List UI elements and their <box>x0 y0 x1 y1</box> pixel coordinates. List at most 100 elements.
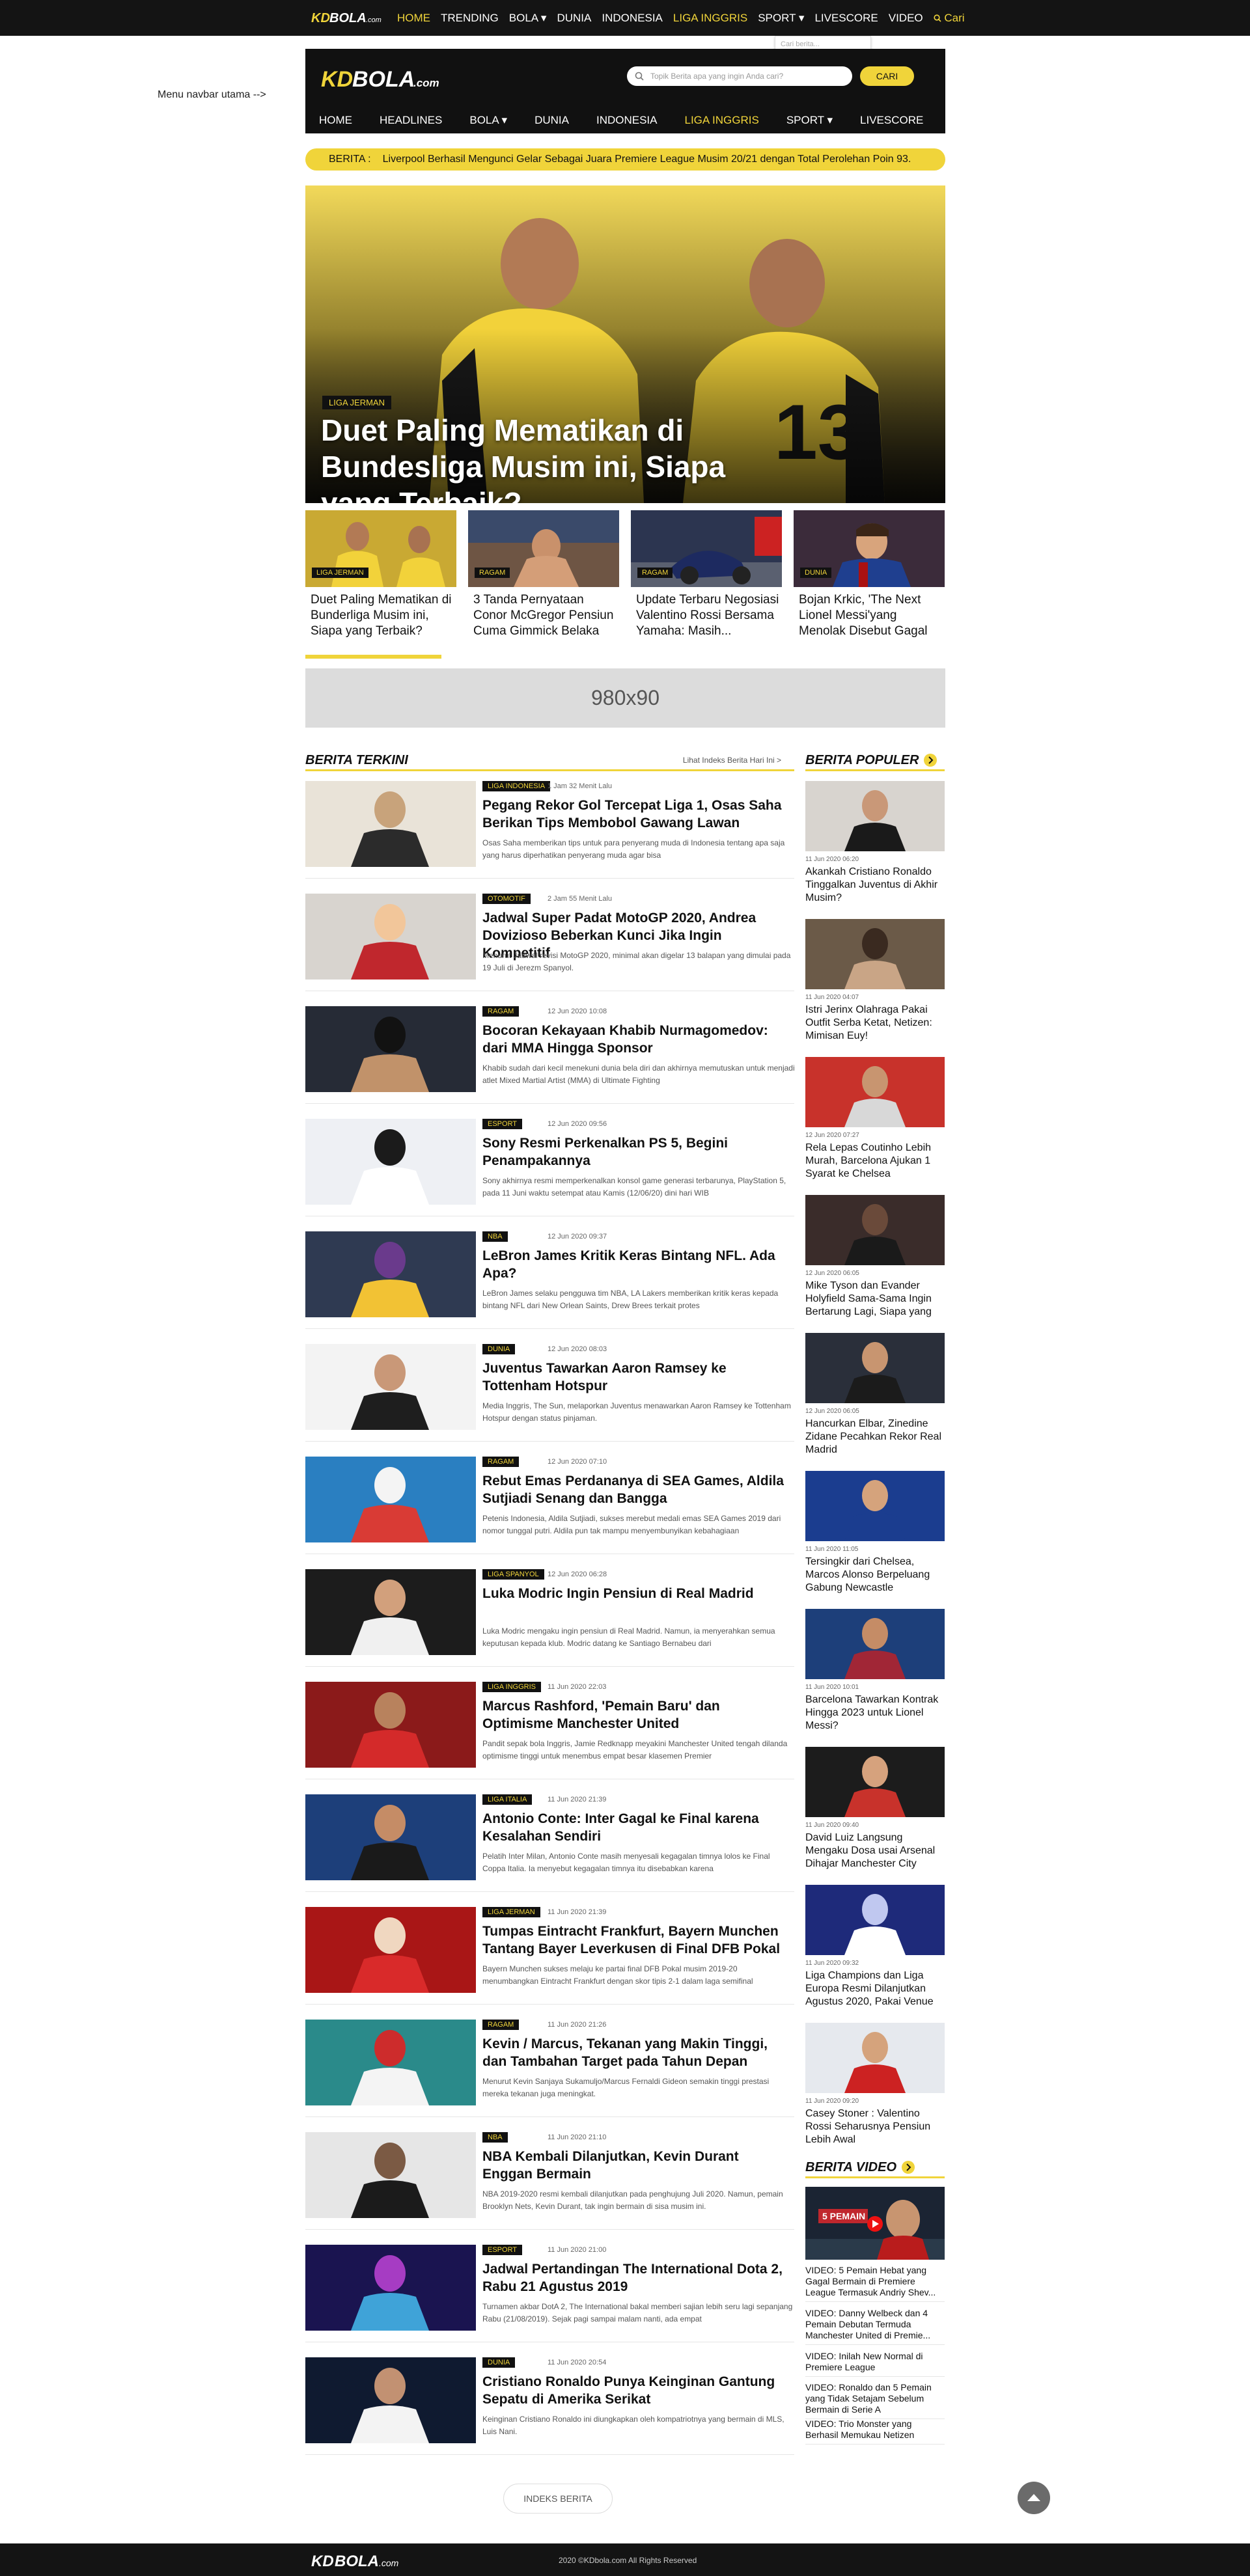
news-article[interactable]: LIGA SPANYOL 12 Jun 2020 06:28 Luka Modric… <box>305 1569 794 1667</box>
article-category-tag[interactable]: LIGA ITALIA <box>482 1794 533 1805</box>
news-article[interactable]: NBA 12 Jun 2020 09:37 LeBron James Kritik … <box>305 1231 794 1329</box>
carousel-item[interactable]: RAGAM 3 Tanda Pernyataan Conor McGregor … <box>468 510 619 660</box>
article-thumbnail[interactable] <box>305 1119 476 1205</box>
popular-item[interactable]: 11 Jun 2020 09:32 Liga Champions dan Liga… <box>805 1885 945 2021</box>
nav-dunia[interactable]: DUNIA <box>521 114 583 127</box>
popular-thumbnail[interactable] <box>805 1609 945 1679</box>
popular-title[interactable]: Liga Champions dan Liga Europa Resmi Dil… <box>805 1969 942 2008</box>
top-nav-dunia[interactable]: DUNIA <box>557 12 602 25</box>
article-category-tag[interactable]: ESPORT <box>482 1119 523 1129</box>
news-article[interactable]: NBA 11 Jun 2020 21:10 NBA Kembali Dilanjut… <box>305 2132 794 2230</box>
popular-title[interactable]: David Luiz Langsung Mengaku Dosa usai Ar… <box>805 1831 942 1870</box>
popular-title[interactable]: Tersingkir dari Chelsea, Marcos Alonso B… <box>805 1555 942 1595</box>
popular-item[interactable]: 12 Jun 2020 06:05 Hancurkan Elbar, Zinedi… <box>805 1333 945 1470</box>
video-item[interactable]: VIDEO: Ronaldo dan 5 Pemain yang Tidak S… <box>805 2382 945 2419</box>
carousel-title[interactable]: 3 Tanda Pernyataan Conor McGregor Pensiu… <box>473 592 617 639</box>
article-thumbnail[interactable] <box>305 1344 476 1430</box>
popular-item[interactable]: 11 Jun 2020 06:20 Akankah Cristiano Ronal… <box>805 781 945 918</box>
popular-thumbnail[interactable] <box>805 1195 945 1265</box>
header-logo[interactable]: KD BOLA .com <box>321 63 441 94</box>
article-category-tag[interactable]: DUNIA <box>482 1344 516 1354</box>
video-item[interactable]: VIDEO: Danny Welbeck dan 4 Pemain Debuta… <box>805 2308 945 2345</box>
news-article[interactable]: OTOMOTIF 2 Jam 55 Menit Lalu Jadwal Super … <box>305 894 794 991</box>
article-title[interactable]: LeBron James Kritik Keras Bintang NFL. A… <box>482 1247 788 1282</box>
article-category-tag[interactable]: LIGA INGGRIS <box>482 1682 541 1692</box>
header-search-input[interactable]: Topik Berita apa yang ingin Anda cari? <box>627 66 852 86</box>
carousel-item[interactable]: LIGA JERMAN Duet Paling Mematikan di Bun… <box>305 510 456 660</box>
popular-thumbnail[interactable] <box>805 1057 945 1127</box>
top-nav-search-button[interactable]: Cari <box>934 12 975 25</box>
article-title[interactable]: Kevin / Marcus, Tekanan yang Makin Tingg… <box>482 2035 788 2070</box>
popular-item[interactable]: 11 Jun 2020 09:40 David Luiz Langsung Men… <box>805 1747 945 1884</box>
carousel-title[interactable]: Bojan Krkic, 'The Next Lionel Messi'yang… <box>799 592 942 639</box>
article-thumbnail[interactable] <box>305 1682 476 1768</box>
popular-title[interactable]: Istri Jerinx Olahraga Pakai Outfit Serba… <box>805 1004 942 1043</box>
news-article[interactable]: RAGAM 12 Jun 2020 10:08 Bocoran Kekayaan K… <box>305 1006 795 1104</box>
back-to-top-button[interactable] <box>1018 2482 1050 2514</box>
arrow-right-circle-icon[interactable] <box>924 754 938 767</box>
popular-item[interactable]: 11 Jun 2020 10:01 Barcelona Tawarkan Kont… <box>805 1609 945 1746</box>
popular-thumbnail[interactable] <box>805 1333 945 1403</box>
popular-item[interactable]: 12 Jun 2020 07:27 Rela Lepas Coutinho Leb… <box>805 1057 945 1194</box>
article-title[interactable]: Marcus Rashford, 'Pemain Baru' dan Optim… <box>482 1697 788 1733</box>
news-article[interactable]: LIGA ITALIA 11 Jun 2020 21:39 Antonio Cont… <box>305 1794 794 1892</box>
carousel-tag[interactable]: RAGAM <box>475 568 510 578</box>
news-article[interactable]: DUNIA 11 Jun 2020 20:54 Cristiano Ronaldo … <box>305 2357 794 2455</box>
article-category-tag[interactable]: LIGA JERMAN <box>482 1907 540 1917</box>
news-article[interactable]: LIGA JERMAN 11 Jun 2020 21:39 Tumpas Eintr… <box>305 1907 794 2005</box>
nav-liga-inggris[interactable]: LIGA INGGRIS <box>671 114 773 127</box>
top-nav-video[interactable]: VIDEO <box>889 12 934 25</box>
nav-livescore[interactable]: LIVESCORE <box>846 114 937 127</box>
carousel-tag[interactable]: DUNIA <box>800 568 832 578</box>
article-title[interactable]: Sony Resmi Perkenalkan PS 5, Begini Pena… <box>482 1134 788 1170</box>
nav-sport[interactable]: SPORT ▾ <box>773 114 846 127</box>
top-nav-indonesia[interactable]: INDONESIA <box>602 12 673 25</box>
top-nav-sport[interactable]: SPORT ▾ <box>758 12 814 25</box>
nav-bola[interactable]: BOLA ▾ <box>456 114 521 127</box>
popular-item[interactable]: 11 Jun 2020 09:20 Casey Stoner : Valentin… <box>805 2023 945 2159</box>
popular-title[interactable]: Mike Tyson dan Evander Holyfield Sama-Sa… <box>805 1280 942 1319</box>
article-thumbnail[interactable] <box>305 1794 476 1880</box>
footer-logo[interactable]: KD BOLA .com <box>311 2550 419 2571</box>
popular-title[interactable]: Casey Stoner : Valentino Rossi Seharusny… <box>805 2107 942 2146</box>
hero-title[interactable]: Duet Paling Mematikan di Bundesliga Musi… <box>321 412 790 503</box>
article-category-tag[interactable]: OTOMOTIF <box>482 894 531 904</box>
article-thumbnail[interactable] <box>305 1569 476 1655</box>
ad-banner[interactable]: 980x90 <box>305 668 945 728</box>
article-category-tag[interactable]: ESPORT <box>482 2245 523 2255</box>
news-article[interactable]: RAGAM 11 Jun 2020 21:26 Kevin / Marcus, Te… <box>305 2020 794 2117</box>
article-title[interactable]: Jadwal Pertandingan The International Do… <box>482 2260 788 2295</box>
video-item[interactable]: VIDEO: Inilah New Normal di Premiere Lea… <box>805 2351 945 2377</box>
nav-video[interactable]: VIDEO <box>937 114 999 127</box>
news-index-button[interactable]: INDEKS BERITA <box>503 2484 613 2514</box>
article-category-tag[interactable]: RAGAM <box>482 1457 520 1467</box>
article-title[interactable]: Luka Modric Ingin Pensiun di Real Madrid <box>482 1585 788 1602</box>
popular-title[interactable]: Barcelona Tawarkan Kontrak Hingga 2023 u… <box>805 1693 942 1733</box>
popular-title[interactable]: Akankah Cristiano Ronaldo Tinggalkan Juv… <box>805 866 942 905</box>
popular-thumbnail[interactable] <box>805 1747 945 1817</box>
article-category-tag[interactable]: LIGA SPANYOL <box>482 1569 544 1580</box>
article-title[interactable]: Juventus Tawarkan Aaron Ramsey ke Totten… <box>482 1360 788 1395</box>
popular-item[interactable]: 11 Jun 2020 04:07 Istri Jerinx Olahraga P… <box>805 919 945 1056</box>
popular-thumbnail[interactable] <box>805 919 945 989</box>
carousel-item[interactable]: RAGAM Update Terbaru Negosiasi Valentino… <box>631 510 782 660</box>
popular-item[interactable]: 11 Jun 2020 11:05 Tersingkir dari Chelsea… <box>805 1471 945 1608</box>
article-category-tag[interactable]: NBA <box>482 1231 508 1242</box>
popular-thumbnail[interactable] <box>805 781 945 851</box>
top-nav-bola[interactable]: BOLA ▾ <box>509 12 557 25</box>
site-logo[interactable]: KD BOLA .com <box>311 8 385 27</box>
video-item[interactable]: VIDEO: 5 Pemain Hebat yang Gagal Bermain… <box>805 2265 945 2302</box>
nav-headlines[interactable]: HEADLINES <box>366 114 456 127</box>
article-category-tag[interactable]: LIGA INDONESIA <box>482 781 551 791</box>
article-category-tag[interactable]: DUNIA <box>482 2357 516 2368</box>
news-article[interactable]: RAGAM 12 Jun 2020 07:10 Rebut Emas Perdana… <box>305 1457 794 1554</box>
article-thumbnail[interactable] <box>305 2132 476 2218</box>
article-thumbnail[interactable] <box>305 2020 476 2105</box>
news-article[interactable]: LIGA INGGRIS 11 Jun 2020 22:03 Marcus Rash… <box>305 1682 794 1779</box>
search-button[interactable]: CARI <box>860 66 914 86</box>
news-article[interactable]: ESPORT 12 Jun 2020 09:56 Sony Resmi Perken… <box>305 1119 794 1216</box>
article-thumbnail[interactable] <box>305 781 476 867</box>
popular-thumbnail[interactable] <box>805 1885 945 1955</box>
article-thumbnail[interactable] <box>305 2357 476 2443</box>
popular-thumbnail[interactable] <box>805 1471 945 1541</box>
